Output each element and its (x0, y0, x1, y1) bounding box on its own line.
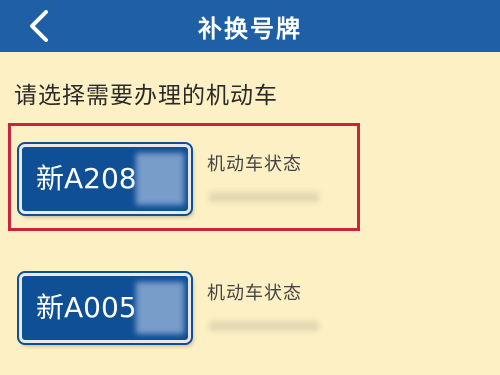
plate-redaction (136, 282, 184, 334)
app-header: 补换号牌 (0, 0, 500, 52)
plate-number: 新A208 (36, 162, 137, 195)
plate-number: 新A005 (36, 291, 137, 324)
vehicle-status-label: 机动车状态 (207, 283, 302, 304)
vehicle-card-1[interactable]: 新A208 机动车状态 (8, 123, 360, 231)
chevron-left-icon (30, 10, 48, 42)
vehicle-status-label: 机动车状态 (207, 154, 302, 175)
vehicle-status-value-redacted (209, 321, 319, 331)
vehicle-status-value-redacted (209, 192, 319, 202)
license-plate: 新A005 (19, 273, 191, 343)
back-button[interactable] (20, 8, 60, 44)
vehicle-card-2[interactable]: 新A005 机动车状态 (8, 252, 360, 360)
plate-redaction (136, 153, 184, 205)
license-plate: 新A208 (19, 144, 191, 214)
page-title: 补换号牌 (198, 14, 302, 43)
select-vehicle-prompt: 请选择需要办理的机动车 (14, 83, 278, 109)
